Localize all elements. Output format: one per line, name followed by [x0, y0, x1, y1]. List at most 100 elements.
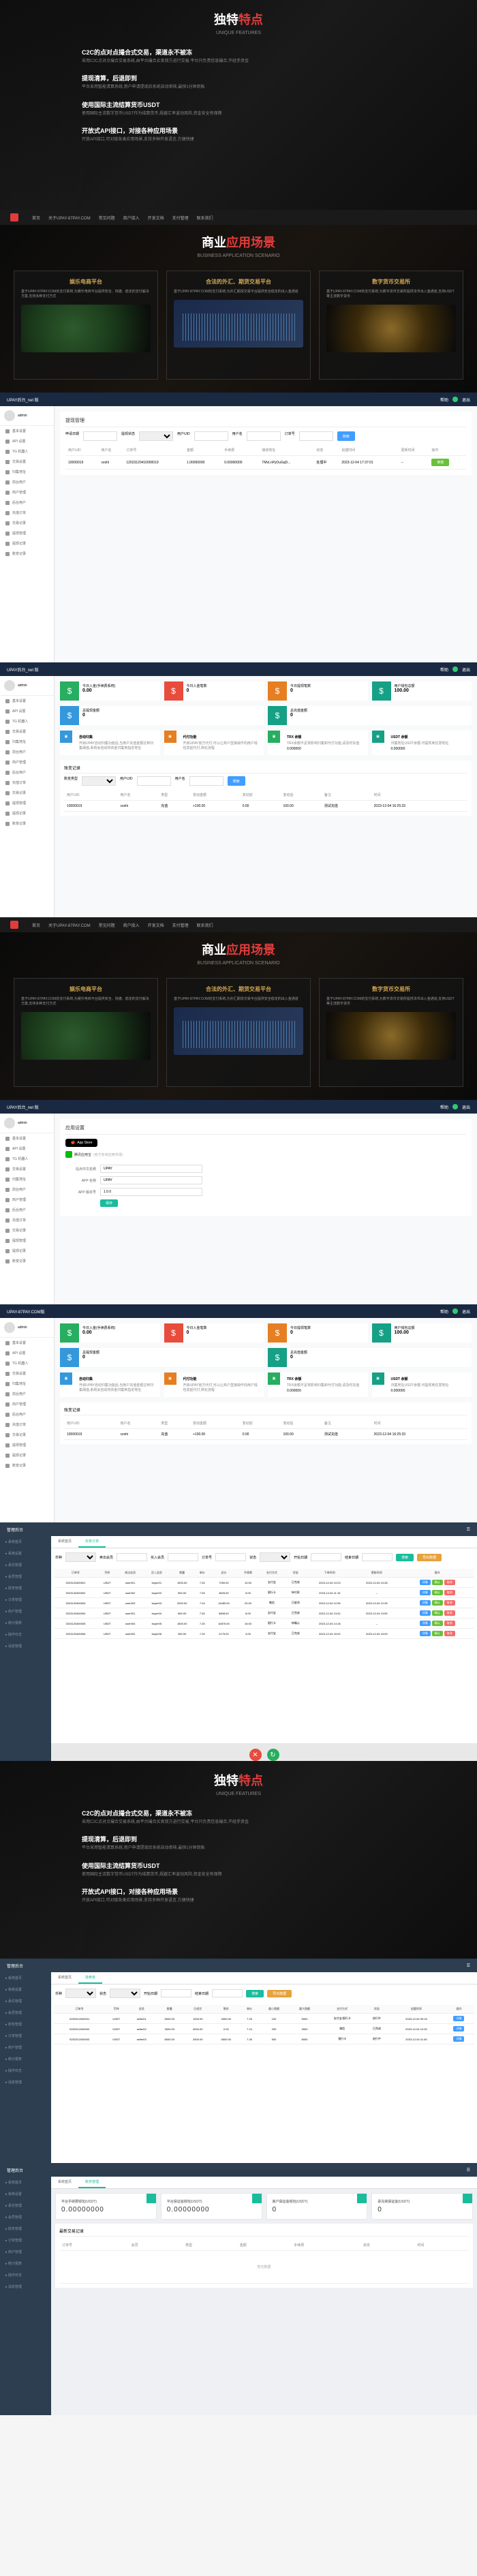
dark-sidebar-item[interactable]: ▸ 统计报表: [0, 2053, 51, 2065]
sidebar-item[interactable]: API 设置: [0, 436, 54, 446]
end-input[interactable]: [362, 1553, 393, 1561]
log-search-button[interactable]: 搜索: [228, 776, 245, 786]
order-input[interactable]: [299, 431, 333, 441]
tab[interactable]: 系统首页: [51, 2177, 78, 2188]
tab[interactable]: 系统首页: [51, 1536, 78, 1548]
sidebar-item[interactable]: 归集地址: [0, 737, 54, 747]
dark-sidebar-item[interactable]: ▸ 操作日志: [0, 2269, 51, 2281]
sidebar-item[interactable]: 后台用户: [0, 767, 54, 778]
action-button[interactable]: 取消: [444, 1610, 455, 1616]
action-button[interactable]: 确认: [432, 1621, 443, 1626]
dark-sidebar-item[interactable]: ▸ 承兑管理: [0, 2200, 51, 2211]
dark-sidebar-item[interactable]: ▸ 系统首页: [0, 2177, 51, 2188]
action-button[interactable]: 取消: [444, 1621, 455, 1626]
darkorder-input[interactable]: [215, 1553, 246, 1561]
sidebar-item[interactable]: 基本设置: [0, 426, 54, 436]
sidebar-item[interactable]: 归集地址: [0, 1174, 54, 1184]
sidebar-item[interactable]: 账变记录: [0, 549, 54, 559]
text-input[interactable]: [100, 1176, 202, 1184]
sidebar-item[interactable]: 后台用户: [0, 1409, 54, 1420]
nav-link[interactable]: 支付管理: [172, 922, 189, 928]
buy-input[interactable]: [168, 1553, 198, 1561]
dark-sidebar-item[interactable]: ▸ 消息管理: [0, 1640, 51, 1652]
dark-sidebar-item[interactable]: ▸ 商户管理: [0, 2246, 51, 2258]
tab[interactable]: 挂卖单: [78, 1972, 102, 1984]
dark-search-button[interactable]: 搜索: [396, 1554, 414, 1561]
prev-page-icon[interactable]: ✕: [249, 1749, 262, 1761]
sidebar-item[interactable]: 提现管理: [0, 1440, 54, 1450]
dark-sidebar-item[interactable]: ▸ 系统设置: [0, 1984, 51, 1995]
action-button[interactable]: 确认: [432, 1631, 443, 1636]
dark-sidebar-item[interactable]: ▸ 消息管理: [0, 2281, 51, 2293]
coin-select[interactable]: [65, 1552, 96, 1562]
sidebar-item[interactable]: 商户管理: [0, 757, 54, 767]
sidebar-item[interactable]: 充值订单: [0, 1215, 54, 1225]
menu-toggle-icon[interactable]: ☰: [467, 1963, 470, 1968]
next-page-icon[interactable]: ↻: [267, 1749, 279, 1761]
sidebar-item[interactable]: 充值订单: [0, 1420, 54, 1430]
text-input[interactable]: [100, 1188, 202, 1196]
dark-sidebar-item[interactable]: ▸ 商户管理: [0, 1606, 51, 1617]
sidebar-item[interactable]: TG 机器人: [0, 446, 54, 457]
sidebar-item[interactable]: 提现管理: [0, 1236, 54, 1246]
exit-button[interactable]: 退出: [462, 666, 470, 673]
sidebar-item[interactable]: 基本设置: [0, 1338, 54, 1348]
nav-link[interactable]: 支付管理: [172, 215, 189, 221]
user-input[interactable]: [247, 431, 281, 441]
action-button[interactable]: 确认: [432, 1610, 443, 1616]
nav-link[interactable]: 联系我们: [197, 922, 213, 928]
dark-sidebar-item[interactable]: ▸ 操作日志: [0, 2065, 51, 2076]
sidebar-item[interactable]: 提现记录: [0, 808, 54, 818]
date-input[interactable]: [83, 431, 117, 441]
loguser-input[interactable]: [189, 776, 224, 786]
nav-link[interactable]: 首页: [32, 215, 40, 221]
dark-sidebar-item[interactable]: ▸ 财务管理: [0, 1582, 51, 1594]
detail-button[interactable]: 详情: [453, 2036, 464, 2042]
sidebar-item[interactable]: 提现管理: [0, 798, 54, 808]
menu-toggle-icon[interactable]: ☰: [467, 1527, 470, 1532]
scenario-card[interactable]: 合法的外汇、期货交易平台基于UPAY-87PAY.COM的支付系统,为外汇期货交…: [166, 271, 311, 380]
sidebar-item[interactable]: 充值订单: [0, 508, 54, 518]
status-select[interactable]: [139, 431, 173, 441]
help-link[interactable]: 帮助: [440, 397, 448, 403]
nav-link[interactable]: 联系我们: [197, 215, 213, 221]
dark-sidebar-item[interactable]: ▸ 订单管理: [0, 2235, 51, 2246]
sell-input[interactable]: [117, 1553, 147, 1561]
sidebar-item[interactable]: 归集地址: [0, 1379, 54, 1389]
tab[interactable]: 系统首页: [51, 1972, 78, 1984]
sidebar-item[interactable]: TG 机器人: [0, 716, 54, 726]
sidebar-item[interactable]: 提现记录: [0, 1450, 54, 1460]
sidebar-item[interactable]: 交易设置: [0, 1368, 54, 1379]
sidebar-item[interactable]: 账变记录: [0, 1256, 54, 1266]
save-button[interactable]: 保存: [100, 1199, 118, 1207]
nav-link[interactable]: 开发文档: [148, 922, 164, 928]
dark-sidebar-item[interactable]: ▸ 系统首页: [0, 1536, 51, 1548]
action-button[interactable]: 详情: [420, 1600, 431, 1606]
loguid-input[interactable]: [137, 776, 171, 786]
sidebar-item[interactable]: 交易记录: [0, 788, 54, 798]
dark-sidebar-item[interactable]: ▸ 会员管理: [0, 2211, 51, 2223]
wechat-badge[interactable]: 腾讯应用宝 (官方安卓应用市场): [65, 1151, 466, 1158]
text-input[interactable]: [100, 1165, 202, 1173]
sidebar-item[interactable]: 交易设置: [0, 1164, 54, 1174]
action-button[interactable]: 取消: [444, 1631, 455, 1636]
sidebar-item[interactable]: 基本设置: [0, 696, 54, 706]
dark-sidebar-item[interactable]: ▸ 统计报表: [0, 1617, 51, 1629]
export-button[interactable]: 导出数据: [417, 1554, 442, 1561]
nav-link[interactable]: 关于UPAY-87PAY.COM: [48, 922, 91, 928]
nav-link[interactable]: 关于UPAY-87PAY.COM: [48, 215, 91, 221]
start-input[interactable]: [311, 1553, 341, 1561]
sidebar-item[interactable]: 前台用户: [0, 747, 54, 757]
dark-sidebar-item[interactable]: ▸ 商户管理: [0, 2042, 51, 2053]
dark-sidebar-item[interactable]: ▸ 系统设置: [0, 2188, 51, 2200]
sidebar-item[interactable]: 账变记录: [0, 818, 54, 829]
action-button[interactable]: 详情: [420, 1590, 431, 1595]
dark-sidebar-item[interactable]: ▸ 订单管理: [0, 1594, 51, 1606]
detail-button[interactable]: 详情: [453, 2026, 464, 2031]
nav-link[interactable]: 开发文档: [148, 215, 164, 221]
dark-sidebar-item[interactable]: ▸ 财务管理: [0, 2019, 51, 2030]
sidebar-item[interactable]: 前台用户: [0, 1184, 54, 1195]
logo-icon[interactable]: [10, 213, 18, 221]
dark-sidebar-item[interactable]: ▸ 统计报表: [0, 2258, 51, 2269]
detail-button[interactable]: 详情: [453, 2016, 464, 2021]
